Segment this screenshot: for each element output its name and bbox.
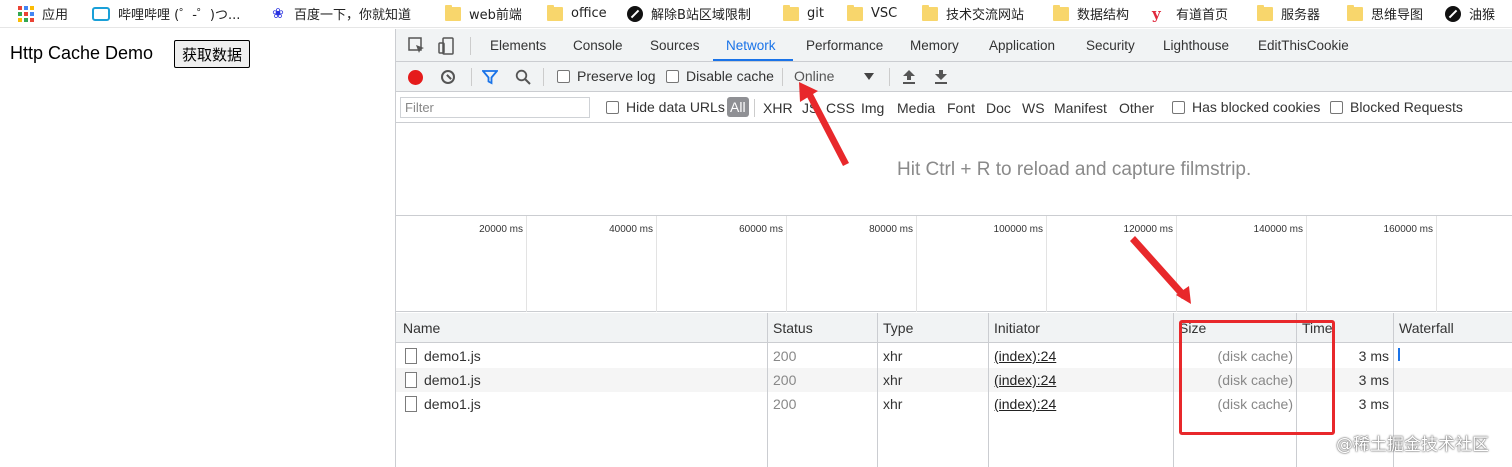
annotation-arrow-shaft <box>806 92 849 166</box>
watermark: @稀土掘金技术社区 <box>1336 435 1489 455</box>
annotation-arrow-shaft <box>1130 236 1187 299</box>
annotation-highlight-box <box>1179 320 1335 435</box>
